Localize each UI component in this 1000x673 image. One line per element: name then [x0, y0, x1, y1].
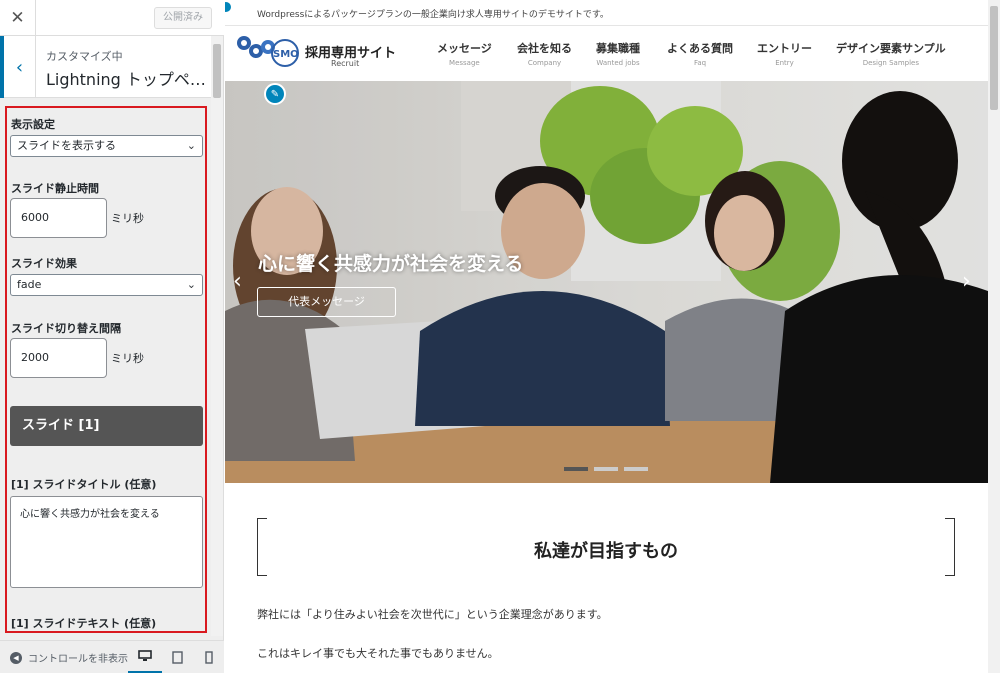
slide-title-label: [1] スライドタイトル (任意) [11, 478, 157, 491]
collapse-icon: ◀ [10, 651, 22, 664]
preview-scrollbar[interactable] [988, 0, 1000, 673]
slider-pager-dot[interactable] [624, 467, 648, 471]
nav-item-faq[interactable]: よくある質問 Faq [667, 40, 733, 67]
customizing-label: カスタマイズ中 [46, 50, 123, 63]
mobile-icon [205, 651, 213, 664]
nav-label: 募集職種 [596, 42, 640, 55]
back-button[interactable]: ‹ [0, 36, 36, 98]
mobile-preview-button[interactable] [192, 641, 226, 673]
header-top-bar: Wordpressによるパッケージプランの一般企業向け求人専用サイトのデモサイト… [225, 0, 988, 26]
slide-speed-unit: ミリ秒 [111, 352, 144, 365]
content-paragraph: これはキレイ事でも大それた事でもありません。 [257, 647, 499, 660]
tablet-preview-button[interactable] [160, 641, 194, 673]
content-heading-box: 私達が目指すもの [257, 518, 955, 576]
hero-photo [225, 81, 988, 483]
slide-controls-panel: 表示設定 スライドを表示する ⌄ スライド静止時間 6000 ミリ秒 スライド効… [5, 106, 207, 633]
content-heading: 私達が目指すもの [534, 541, 678, 562]
chevron-down-icon: ⌄ [186, 278, 196, 291]
site-header: SMO 採用専用サイト Recruit メッセージ Message 会社を知る Co… [225, 26, 988, 81]
nav-item-design[interactable]: デザイン要素サンプル Design Samples [836, 40, 946, 67]
slide-interval-input[interactable]: 6000 [10, 198, 107, 238]
tablet-icon [171, 651, 183, 664]
nav-item-message[interactable]: メッセージ Message [437, 40, 492, 67]
sidebar-scrollbar[interactable] [211, 36, 223, 636]
nav-label: よくある質問 [667, 42, 733, 55]
nav-item-entry[interactable]: エントリー Entry [757, 40, 812, 67]
slide-effect-value: fade [17, 278, 42, 291]
slide-text-label: [1] スライドテキスト (任意) [11, 617, 157, 630]
customizer-sidebar: ✕ 公開済み ‹ カスタマイズ中 Lightning トップペ… 表示設定 スラ… [0, 0, 224, 673]
slider-pager-dot[interactable] [594, 467, 618, 471]
slide-effect-label: スライド効果 [11, 257, 77, 270]
scroll-thumb[interactable] [213, 44, 221, 98]
slide-effect-select[interactable]: fade ⌄ [10, 274, 203, 296]
hero-title: 心に響く共感力が社会を変える [258, 253, 524, 275]
slide-title-textarea[interactable]: 心に響く共感力が社会を変える [10, 496, 203, 588]
chevron-right-icon[interactable]: › [962, 269, 971, 294]
nav-sublabel: Entry [775, 59, 794, 67]
nav-label: 会社を知る [517, 42, 572, 55]
nav-label: エントリー [757, 42, 812, 55]
edit-shortcut-icon[interactable] [225, 0, 233, 14]
slide-interval-label: スライド静止時間 [11, 182, 99, 195]
nav-label: メッセージ [437, 42, 492, 55]
slide-section-heading[interactable]: スライド [1] [10, 406, 203, 446]
close-icon: ✕ [10, 8, 25, 28]
section-title: Lightning トップペ… [46, 70, 206, 89]
chevron-left-icon[interactable]: ‹ [233, 269, 242, 294]
slide-speed-label: スライド切り替え間隔 [11, 322, 121, 335]
nav-sublabel: Company [527, 59, 562, 67]
publish-button[interactable]: 公開済み [154, 7, 212, 29]
nav-sublabel: Wanted jobs [596, 59, 640, 67]
site-subtitle: Recruit [331, 59, 360, 68]
close-button[interactable]: ✕ [0, 0, 36, 36]
edit-slider-icon[interactable]: ✎ [264, 83, 286, 105]
slider-pager-dot-active[interactable] [564, 467, 588, 471]
hero-button[interactable]: 代表メッセージ [257, 287, 396, 317]
logo-text: SMO [273, 49, 299, 60]
site-preview: Wordpressによるパッケージプランの一般企業向け求人専用サイトのデモサイト… [225, 0, 1000, 673]
section-header: ‹ カスタマイズ中 Lightning トップペ… [0, 36, 212, 98]
nav-sublabel: Design Samples [862, 59, 919, 67]
desktop-preview-button[interactable] [128, 641, 162, 673]
hide-controls-button[interactable]: ◀ コントロールを非表示 [10, 650, 128, 665]
chevron-left-icon: ‹ [15, 56, 24, 78]
slide-speed-input[interactable]: 2000 [10, 338, 107, 378]
nav-item-jobs[interactable]: 募集職種 Wanted jobs [596, 40, 640, 67]
scroll-thumb[interactable] [990, 6, 998, 110]
desktop-icon [138, 650, 152, 661]
nav-item-company[interactable]: 会社を知る Company [517, 40, 572, 67]
content-paragraph: 弊社には「より住みよい社会を次世代に」という企業理念があります。 [257, 608, 608, 621]
nav-sublabel: Message [449, 59, 480, 67]
display-setting-select[interactable]: スライドを表示する ⌄ [10, 135, 203, 157]
nav-sublabel: Faq [693, 59, 707, 67]
hide-controls-label: コントロールを非表示 [28, 654, 128, 665]
chevron-down-icon: ⌄ [186, 139, 196, 152]
customizer-header: ✕ 公開済み [0, 0, 224, 36]
site-logo[interactable]: SMO [235, 29, 299, 71]
site-tagline: Wordpressによるパッケージプランの一般企業向け求人専用サイトのデモサイト… [257, 10, 609, 20]
hero-slider: 心に響く共感力が社会を変える 代表メッセージ ‹ › [225, 81, 988, 483]
display-setting-label: 表示設定 [11, 118, 55, 131]
slide-interval-unit: ミリ秒 [111, 212, 144, 225]
display-setting-value: スライドを表示する [17, 139, 116, 152]
customizer-footer: ◀ コントロールを非表示 [0, 640, 224, 673]
nav-label: デザイン要素サンプル [836, 42, 946, 55]
